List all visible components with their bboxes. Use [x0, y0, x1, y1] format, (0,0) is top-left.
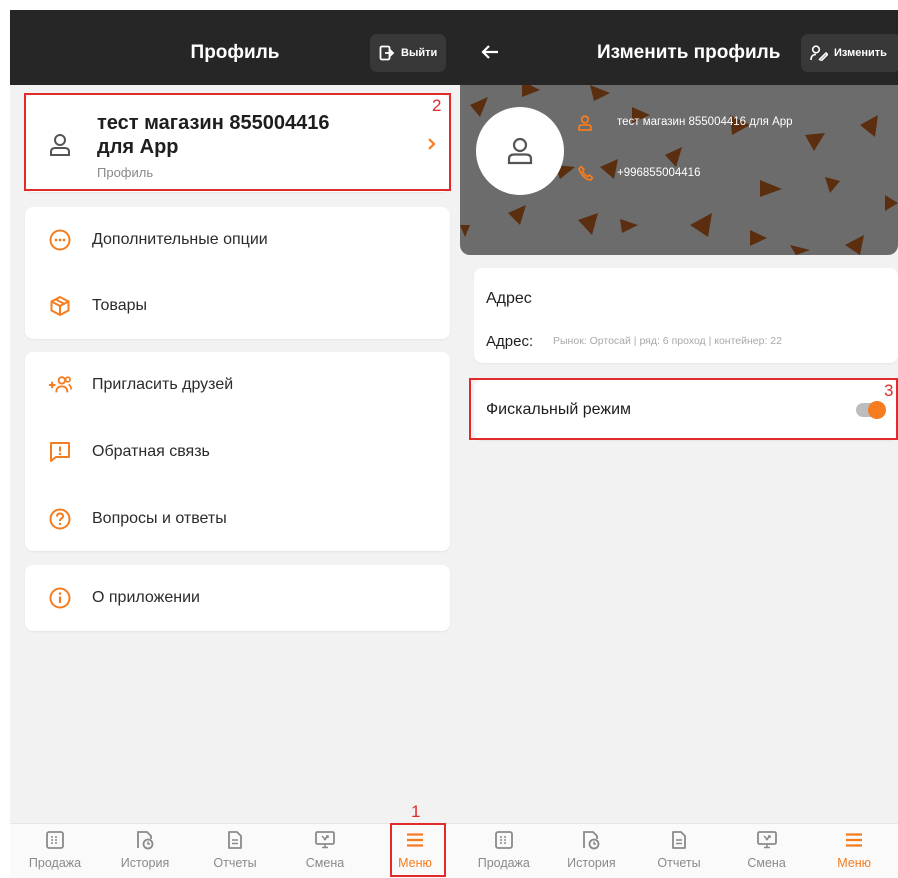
shift-icon — [756, 831, 777, 849]
nav-label: Продажа — [477, 856, 530, 870]
user-orange-icon — [578, 115, 592, 131]
report-icon — [228, 831, 242, 849]
nav-label: Отчеты — [213, 856, 257, 870]
bottom-nav: Продажа История Отчеты Смена Меню — [460, 823, 898, 878]
history-icon — [583, 831, 600, 850]
nav-label: Отчеты — [657, 856, 701, 870]
menu-item-additional-options[interactable]: Дополнительные опции — [25, 207, 450, 273]
back-arrow-icon[interactable] — [478, 40, 502, 64]
hero-phone: +996855004416 — [617, 167, 701, 179]
address-label: Адрес: — [486, 333, 534, 350]
address-card: Адрес Адрес: Рынок: Ортосай | ряд: 6 про… — [474, 268, 898, 363]
menu-item-label: Обратная связь — [92, 443, 210, 460]
menu-group-2: Пригласить друзей Обратная связь Вопросы… — [25, 352, 450, 551]
menu-item-label: Пригласить друзей — [92, 376, 234, 393]
menu-item-faq[interactable]: Вопросы и ответы — [25, 486, 450, 552]
report-icon — [672, 831, 686, 849]
nav-item-reports[interactable]: Отчеты — [190, 824, 280, 878]
annotation-number: 3 — [884, 381, 894, 400]
annotation-box-menu — [390, 823, 446, 877]
nav-label: Продажа — [28, 856, 82, 870]
nav-item-sale[interactable]: Продажа — [460, 824, 548, 878]
menu-item-feedback[interactable]: Обратная связь — [25, 419, 450, 485]
menu-item-label: Вопросы и ответы — [92, 510, 227, 527]
address-value: Рынок: Ортосай | ряд: 6 проход | контейн… — [553, 335, 782, 347]
nav-item-menu[interactable]: Меню — [810, 824, 898, 878]
menu-item-about[interactable]: О приложении — [25, 565, 450, 631]
menu-item-label: Товары — [92, 297, 148, 314]
menu-item-products[interactable]: Товары — [25, 273, 450, 339]
top-bar: Изменить профиль Изменить — [460, 10, 898, 85]
menu-group-1: Дополнительные опции Товары — [25, 207, 450, 339]
nav-item-history[interactable]: История — [548, 824, 636, 878]
nav-item-history[interactable]: История — [100, 824, 190, 878]
feedback-icon — [48, 440, 72, 464]
edit-user-icon — [810, 45, 828, 61]
nav-label: История — [120, 856, 170, 870]
shift-icon — [315, 831, 335, 849]
menu-group-3: О приложении — [25, 565, 450, 631]
help-icon — [48, 507, 72, 531]
cash-register-icon — [494, 831, 513, 849]
nav-item-reports[interactable]: Отчеты — [635, 824, 723, 878]
nav-label: Смена — [747, 856, 786, 870]
nav-item-shift[interactable]: Смена — [723, 824, 811, 878]
more-options-icon — [48, 228, 72, 252]
avatar — [476, 107, 564, 195]
info-icon — [48, 586, 72, 610]
top-bar: Профиль Выйти — [10, 10, 460, 85]
nav-item-sale[interactable]: Продажа — [10, 824, 100, 878]
hero-name: тест магазин 855004416 для App — [617, 116, 793, 128]
user-icon — [507, 137, 533, 165]
logout-button[interactable]: Выйти — [370, 34, 447, 72]
profile-hero: тест магазин 855004416 для App +99685500… — [460, 85, 898, 255]
menu-item-label: Дополнительные опции — [92, 231, 268, 248]
phone-icon — [578, 165, 594, 181]
nav-label: Смена — [305, 856, 345, 870]
annotation-number: 1 — [411, 802, 421, 821]
history-icon — [137, 831, 154, 850]
cash-register-icon — [46, 831, 64, 849]
nav-label: История — [567, 856, 616, 870]
box-icon — [48, 294, 72, 318]
edit-button[interactable]: Изменить — [801, 34, 898, 72]
annotation-box-fiscal — [469, 378, 898, 440]
add-friends-icon — [48, 373, 72, 397]
annotation-box-profile — [24, 93, 451, 191]
menu-icon — [846, 833, 863, 847]
edit-profile-screen: Изменить профиль Изменить тест магазин 8… — [460, 10, 898, 878]
address-title: Адрес — [486, 290, 532, 307]
annotation-number: 2 — [432, 96, 442, 115]
page-title: Изменить профиль — [597, 42, 781, 63]
edit-label: Изменить — [834, 47, 887, 59]
logout-label: Выйти — [401, 47, 438, 59]
logout-icon — [379, 45, 395, 61]
nav-label: Меню — [837, 856, 872, 870]
menu-item-invite-friends[interactable]: Пригласить друзей — [25, 352, 450, 418]
nav-item-shift[interactable]: Смена — [280, 824, 370, 878]
menu-item-label: О приложении — [92, 589, 200, 606]
